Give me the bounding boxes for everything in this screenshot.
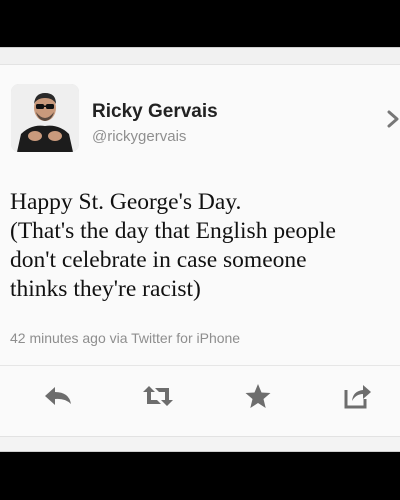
tweet-line: Happy St. George's Day. (10, 189, 242, 215)
reply-icon (45, 387, 71, 405)
favorite-button[interactable] (240, 378, 276, 414)
display-name[interactable]: Ricky Gervais (92, 101, 218, 123)
tweet-line: don't celebrate in case someone (10, 247, 307, 273)
divider (0, 365, 400, 366)
avatar[interactable] (11, 84, 79, 152)
share-icon (344, 385, 371, 409)
share-button[interactable] (340, 378, 376, 414)
retweet-button[interactable] (140, 378, 176, 414)
reply-button[interactable] (40, 378, 76, 414)
tweet-line: (That's the day that English people (10, 218, 336, 244)
tweet-text: Happy St. George's Day. (That's the day … (10, 188, 400, 304)
tweet-line: thinks they're racist) (10, 276, 201, 302)
top-strip (0, 48, 400, 65)
username[interactable]: @rickygervais (92, 128, 186, 145)
tweet-card: Ricky Gervais @rickygervais Happy St. Ge… (0, 47, 400, 452)
tweet-meta: 42 minutes ago via Twitter for iPhone (10, 330, 241, 346)
retweet-icon (143, 386, 173, 406)
chevron-right-icon[interactable] (386, 104, 400, 134)
bottom-band (0, 436, 400, 451)
star-icon (245, 384, 271, 408)
